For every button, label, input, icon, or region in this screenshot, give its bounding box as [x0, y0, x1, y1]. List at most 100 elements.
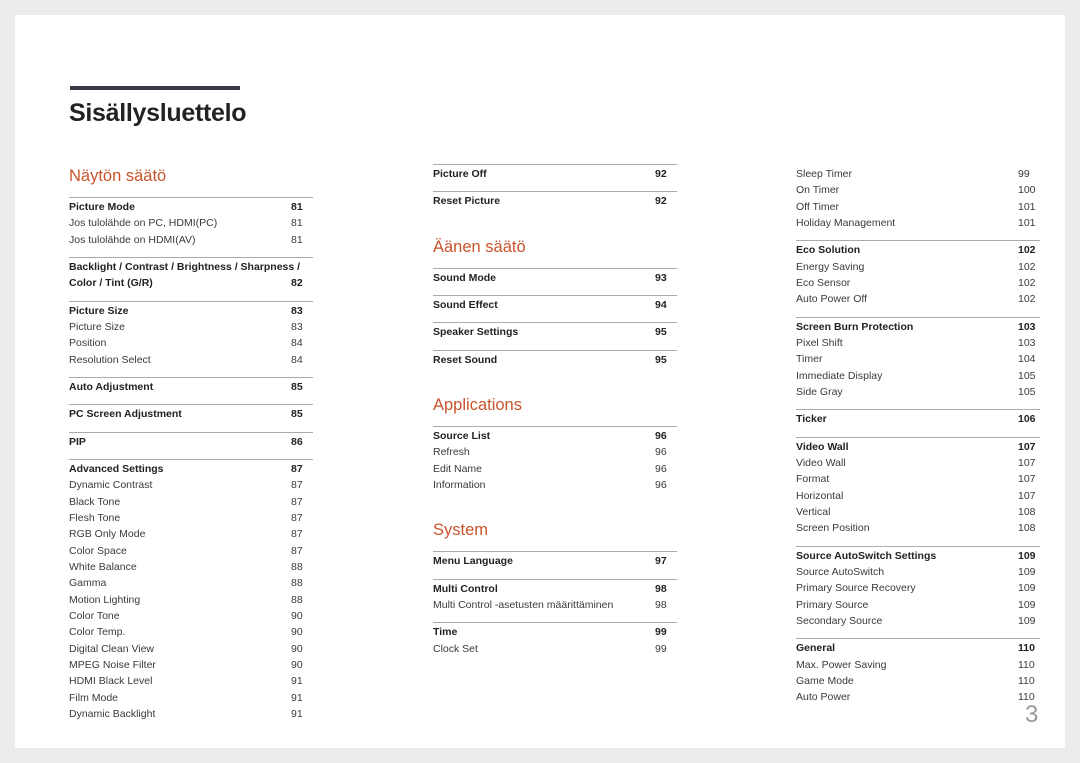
toc-entry[interactable]: MPEG Noise Filter 90: [69, 657, 313, 673]
toc-entry-heading[interactable]: Eco Solution 102: [796, 242, 1040, 258]
entry-page: 105: [1018, 385, 1036, 398]
toc-entry[interactable]: Multi Control -asetusten määrittäminen 98: [433, 597, 677, 613]
entry-page: 109: [1018, 565, 1036, 578]
toc-entry[interactable]: Digital Clean View 90: [69, 641, 313, 657]
toc-entry-heading[interactable]: Source AutoSwitch Settings 109: [796, 548, 1040, 564]
toc-entry-heading[interactable]: Advanced Settings 87: [69, 461, 313, 477]
toc-entry-heading[interactable]: Video Wall 107: [796, 439, 1040, 455]
entry-page: 87: [291, 528, 303, 541]
toc-entry-heading[interactable]: Source List 96: [433, 428, 677, 444]
toc-entry-heading[interactable]: Menu Language 97: [433, 553, 677, 569]
toc-entry[interactable]: Position 84: [69, 335, 313, 351]
toc-entry-heading[interactable]: Screen Burn Protection 103: [796, 319, 1040, 335]
toc-entry-heading[interactable]: Reset Picture 92: [433, 193, 677, 209]
entry-label: Menu Language: [433, 555, 513, 568]
toc-entry-heading[interactable]: PIP 86: [69, 434, 313, 450]
entry-label: Film Mode: [69, 691, 119, 704]
entry-label: Auto Power: [796, 691, 851, 704]
entry-label: Energy Saving: [796, 260, 865, 273]
entry-label: Color Tone: [69, 609, 120, 622]
toc-entry-heading-line[interactable]: Backlight / Contrast / Brightness / Shar…: [69, 259, 313, 275]
toc-entry[interactable]: Eco Sensor 102: [796, 275, 1040, 291]
toc-entry[interactable]: Timer 104: [796, 351, 1040, 367]
entry-page: 84: [291, 353, 303, 366]
toc-entry[interactable]: Screen Position 108: [796, 520, 1040, 536]
toc-entry[interactable]: Auto Power 110: [796, 689, 1040, 705]
toc-entry-heading[interactable]: Picture Off 92: [433, 166, 677, 182]
toc-entry-heading[interactable]: Speaker Settings 95: [433, 324, 677, 340]
toc-entry[interactable]: Motion Lighting 88: [69, 592, 313, 608]
toc-entry[interactable]: Auto Power Off 102: [796, 291, 1040, 307]
entry-label: Format: [796, 473, 830, 486]
toc-entry[interactable]: Off Timer 101: [796, 199, 1040, 215]
toc-entry[interactable]: Primary Source Recovery 109: [796, 580, 1040, 596]
toc-entry-heading[interactable]: General 110: [796, 640, 1040, 656]
toc-entry[interactable]: On Timer 100: [796, 182, 1040, 198]
toc-entry[interactable]: Clock Set 99: [433, 641, 677, 657]
toc-entry-heading[interactable]: Picture Mode 81: [69, 199, 313, 215]
toc-entry-heading[interactable]: Reset Sound 95: [433, 352, 677, 368]
toc-entry[interactable]: Video Wall 107: [796, 455, 1040, 471]
entry-page: 85: [291, 380, 303, 393]
toc-group: Source List 96 Refresh 96 Edit Name 96 Informa…: [433, 425, 677, 493]
entry-label: Pixel Shift: [796, 336, 843, 349]
toc-entry-heading[interactable]: Time 99: [433, 624, 677, 640]
entry-label: Picture Off: [433, 168, 487, 180]
toc-entry[interactable]: Gamma 88: [69, 575, 313, 591]
entry-page: 87: [291, 495, 303, 508]
entry-label: Refresh: [433, 446, 470, 459]
toc-entry[interactable]: Refresh 96: [433, 444, 677, 460]
toc-entry[interactable]: Energy Saving 102: [796, 259, 1040, 275]
toc-group: Ticker 106: [796, 409, 1040, 427]
toc-entry[interactable]: Color Temp. 90: [69, 624, 313, 640]
toc-entry[interactable]: Max. Power Saving 110: [796, 657, 1040, 673]
toc-entry[interactable]: Immediate Display 105: [796, 368, 1040, 384]
toc-entry[interactable]: Dynamic Backlight 91: [69, 706, 313, 722]
toc-entry[interactable]: Primary Source 109: [796, 597, 1040, 613]
toc-entry-heading[interactable]: Sound Effect 94: [433, 297, 677, 313]
toc-entry-heading[interactable]: Auto Adjustment 85: [69, 379, 313, 395]
toc-entry[interactable]: Edit Name 96: [433, 461, 677, 477]
entry-label: Screen Burn Protection: [796, 320, 914, 333]
entry-page: 109: [1018, 582, 1036, 595]
toc-entry[interactable]: Resolution Select 84: [69, 352, 313, 368]
entry-page: 99: [655, 642, 667, 655]
toc-entry-heading[interactable]: Picture Size 83: [69, 303, 313, 319]
entry-label: Jos tulolähde on HDMI(AV): [69, 233, 196, 246]
toc-entry[interactable]: Jos tulolähde on HDMI(AV) 81: [69, 232, 313, 248]
toc-entry[interactable]: Color Tone 90: [69, 608, 313, 624]
toc-entry-heading[interactable]: Sound Mode 93: [433, 270, 677, 286]
toc-entry[interactable]: Holiday Management 101: [796, 215, 1040, 231]
toc-entry[interactable]: Flesh Tone 87: [69, 510, 313, 526]
toc-entry-heading[interactable]: Multi Control 98: [433, 581, 677, 597]
toc-entry[interactable]: Side Gray 105: [796, 384, 1040, 400]
toc-entry-heading[interactable]: Ticker 106: [796, 411, 1040, 427]
entry-label: Auto Adjustment: [69, 380, 154, 393]
entry-page: 81: [291, 201, 303, 213]
toc-entry[interactable]: Secondary Source 109: [796, 613, 1040, 629]
entry-label: Multi Control -asetusten määrittäminen: [433, 598, 614, 611]
toc-entry[interactable]: Color Space 87: [69, 543, 313, 559]
toc-entry[interactable]: Horizontal 107: [796, 488, 1040, 504]
entry-label: Time: [433, 626, 458, 639]
toc-entry[interactable]: Source AutoSwitch 109: [796, 564, 1040, 580]
toc-entry[interactable]: Pixel Shift 103: [796, 335, 1040, 351]
toc-entry-heading[interactable]: PC Screen Adjustment 85: [69, 406, 313, 422]
toc-group: Eco Solution 102 Energy Saving 102 Eco Senso…: [796, 240, 1040, 307]
toc-entry[interactable]: RGB Only Mode 87: [69, 526, 313, 542]
toc-entry[interactable]: White Balance 88: [69, 559, 313, 575]
toc-entry[interactable]: Vertical 108: [796, 504, 1040, 520]
toc-entry[interactable]: Sleep Timer 99: [796, 166, 1040, 182]
toc-entry[interactable]: Format 107: [796, 471, 1040, 487]
toc-entry-heading[interactable]: Color / Tint (G/R) 82: [69, 275, 313, 291]
toc-entry[interactable]: Picture Size 83: [69, 319, 313, 335]
toc-entry[interactable]: Jos tulolähde on PC, HDMI(PC) 81: [69, 215, 313, 231]
toc-entry[interactable]: Film Mode 91: [69, 690, 313, 706]
toc-entry[interactable]: Dynamic Contrast 87: [69, 477, 313, 493]
toc-entry[interactable]: Black Tone 87: [69, 494, 313, 510]
entry-page: 110: [1018, 658, 1035, 671]
toc-entry[interactable]: Information 96: [433, 477, 677, 493]
toc-entry[interactable]: Game Mode 110: [796, 673, 1040, 689]
entry-label: Eco Sensor: [796, 276, 851, 289]
toc-entry[interactable]: HDMI Black Level 91: [69, 673, 313, 689]
